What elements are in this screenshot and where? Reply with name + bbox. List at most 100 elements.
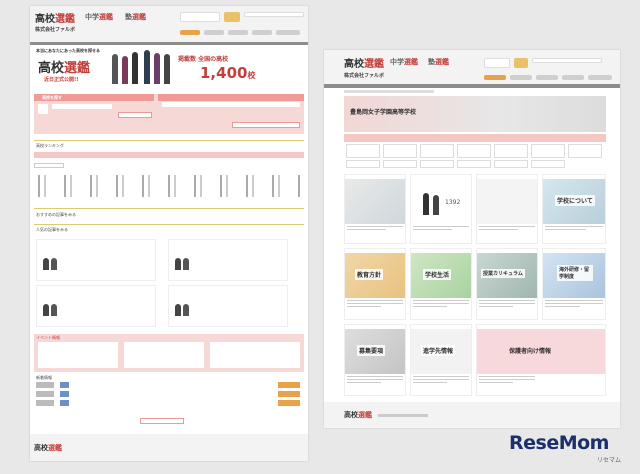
student-illustration (144, 50, 150, 84)
header-nav-button[interactable] (536, 75, 558, 80)
header-nav-button[interactable] (588, 75, 612, 80)
header-nav-button[interactable] (562, 75, 584, 80)
header-nav-button[interactable] (204, 30, 224, 35)
header: 高校選鑑 中学選鑑 塾選鑑 株式会社ファルボ (30, 6, 308, 42)
tile-description (413, 226, 469, 238)
map-thumbnail (345, 179, 405, 224)
news-row[interactable] (36, 391, 96, 397)
school-menu-tab[interactable] (531, 160, 565, 168)
header-nav-button[interactable] (228, 30, 248, 35)
ranking-section: 高校ランキング (34, 140, 304, 202)
content-tile[interactable]: 1392 (410, 174, 472, 244)
header-search-input[interactable] (244, 12, 304, 17)
footer-logo[interactable]: 高校選鑑 (344, 410, 372, 420)
ranking-filter-select[interactable] (34, 163, 64, 168)
tile-thumbnail (477, 179, 537, 224)
cram-school-logo[interactable]: 塾選鑑 (125, 12, 146, 22)
area-select[interactable] (52, 104, 112, 109)
tile-thumbnail: 授業カリキュラム (477, 253, 537, 298)
content-tile[interactable]: 進学先情報 (410, 324, 472, 396)
footer-logo[interactable]: 高校選鑑 (34, 443, 62, 453)
school-menu-tabs-row2 (346, 160, 606, 168)
news-row[interactable] (36, 382, 96, 388)
school-menu-tab[interactable] (346, 144, 380, 158)
header-nav-button[interactable] (484, 75, 506, 80)
content-tile[interactable]: 募集要項 (344, 324, 406, 396)
student-illustration (132, 52, 138, 84)
site-logo[interactable]: 高校選鑑 (344, 55, 384, 70)
ranking-tab-bar[interactable] (34, 152, 304, 158)
school-menu-tabs (346, 144, 606, 158)
footer: 高校選鑑 (30, 434, 308, 461)
school-menu-tab[interactable] (494, 144, 528, 158)
content-tile[interactable]: 保護者向け情報 (476, 324, 606, 396)
content-tile[interactable]: 教育方針 (344, 248, 406, 320)
school-menu-tab[interactable] (457, 160, 491, 168)
news-more-button[interactable] (278, 391, 300, 397)
keyword-search-input[interactable] (162, 102, 300, 107)
recommended-articles-title[interactable]: おすすめの記事をみる (36, 212, 76, 218)
junior-high-logo[interactable]: 中学選鑑 (85, 12, 113, 22)
content-tile[interactable]: 授業カリキュラム (476, 248, 538, 320)
breadcrumb[interactable] (344, 90, 434, 93)
resemom-watermark: ReseMom リセマム (509, 432, 627, 466)
student-illustration (154, 53, 160, 84)
content-tile[interactable]: 学校について (542, 174, 606, 244)
school-menu-tab[interactable] (420, 144, 454, 158)
student-illustration (122, 56, 128, 84)
school-name: 豊島岡女子学園高等学校 (350, 109, 417, 116)
news-row[interactable] (36, 400, 96, 406)
cram-school-logo[interactable]: 塾選鑑 (428, 57, 449, 67)
content-tile[interactable]: 学校生活 (410, 248, 472, 320)
school-menu-tab[interactable] (383, 144, 417, 158)
keyword-submit-button[interactable] (232, 122, 300, 128)
article-card[interactable] (168, 239, 288, 281)
tile-label: 授業カリキュラム (481, 269, 525, 278)
content-tile[interactable] (344, 174, 406, 244)
ranking-list[interactable] (34, 175, 304, 197)
event-section: イベント情報 (34, 334, 304, 372)
school-menu-tab[interactable] (494, 160, 528, 168)
article-card[interactable] (36, 285, 156, 327)
school-menu-tab[interactable] (346, 160, 380, 168)
more-news-button[interactable] (140, 418, 184, 424)
article-card[interactable] (36, 239, 156, 281)
article-thumb-icon (51, 258, 57, 270)
footer: 高校選鑑 (324, 402, 620, 428)
article-thumb-icon (51, 304, 57, 316)
header-banner[interactable] (484, 58, 510, 68)
news-more-button[interactable] (278, 400, 300, 406)
student-illustration (423, 193, 429, 215)
content-tile[interactable]: 海外研修・留学制度 (542, 248, 606, 320)
tile-description (413, 300, 469, 312)
header-search-input[interactable] (532, 58, 602, 63)
event-card[interactable] (210, 342, 300, 368)
search-submit-button[interactable] (118, 112, 152, 118)
content-tile[interactable] (476, 174, 538, 244)
event-card[interactable] (38, 342, 118, 368)
school-menu-tab[interactable] (568, 144, 602, 158)
footer-links[interactable] (378, 414, 428, 417)
hero-brand: 高校選鑑 (38, 61, 91, 76)
tile-description (545, 226, 603, 238)
hero-count: 1,400校 (200, 64, 256, 82)
school-menu-tab[interactable] (531, 144, 565, 158)
article-card[interactable] (168, 285, 288, 327)
school-menu-tab[interactable] (457, 144, 491, 158)
site-logo[interactable]: 高校選鑑 (35, 10, 75, 25)
article-thumb-icon (43, 258, 49, 270)
junior-high-logo[interactable]: 中学選鑑 (390, 57, 418, 67)
header-banner[interactable] (180, 12, 220, 22)
top-page-screenshot: 高校選鑑 中学選鑑 塾選鑑 株式会社ファルボ 本当にあなたにあった高校を探せる … (30, 6, 308, 461)
student-illustration (433, 195, 439, 215)
school-menu-tab[interactable] (383, 160, 417, 168)
news-more-button[interactable] (278, 382, 300, 388)
search-panel-title: 高校を探す (42, 95, 62, 100)
header-nav-button[interactable] (276, 30, 300, 35)
header-nav-button[interactable] (252, 30, 272, 35)
event-card[interactable] (124, 342, 204, 368)
header-nav-button[interactable] (180, 30, 200, 35)
news-title: 新着情報 (36, 375, 52, 380)
header-nav-button[interactable] (510, 75, 532, 80)
school-menu-tab[interactable] (420, 160, 454, 168)
